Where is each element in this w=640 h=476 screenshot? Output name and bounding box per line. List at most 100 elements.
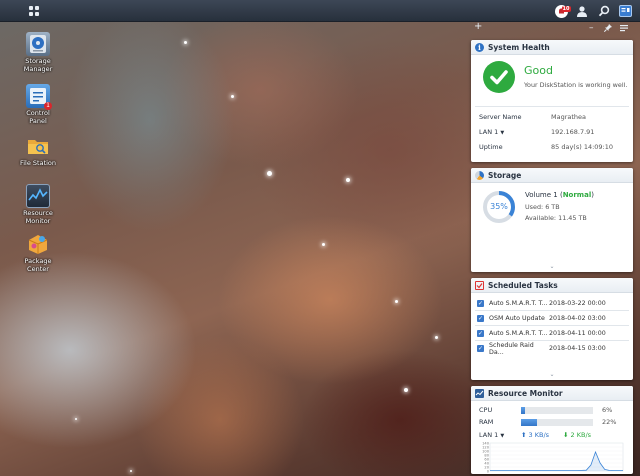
cpu-label: CPU <box>479 406 493 414</box>
task-date: 2018-04-15 03:00 <box>549 345 606 352</box>
task-checkbox[interactable]: ✓ <box>477 330 484 337</box>
download-arrow-icon: ⬇ <box>563 431 569 439</box>
used-value: 6 TB <box>545 203 560 211</box>
storage-widget: Storage 35% Volume 1 (Normal) Used: 6 TB… <box>471 168 633 272</box>
nebula-star <box>75 418 77 420</box>
ram-bar <box>521 419 593 426</box>
nebula-star <box>231 95 234 98</box>
calendar-check-icon <box>475 280 484 290</box>
lan-ip-value: 192.168.7.91 <box>551 128 595 136</box>
main-menu-button[interactable] <box>22 0 46 22</box>
widget-settings-button[interactable] <box>620 24 628 35</box>
uptime-label: Uptime <box>479 143 503 151</box>
task-date: 2018-04-02 03:00 <box>549 315 606 322</box>
task-name: OSM Auto Update <box>489 315 545 322</box>
available-line: Available: 11.45 TB <box>525 214 587 222</box>
server-name-value: Magrathea <box>551 113 587 121</box>
used-label: Used: <box>525 203 544 211</box>
desktop-icon-label: Resource Monitor <box>23 209 53 225</box>
lan-selector[interactable]: LAN 1 ▼ <box>479 128 504 136</box>
storage-header: Storage <box>471 168 633 183</box>
storage-expand-icon[interactable]: ⌄ <box>471 264 633 270</box>
control-panel-badge: 1 <box>44 102 52 110</box>
desktop-icon-label: Control Panel <box>26 109 50 125</box>
user-button[interactable] <box>574 0 590 22</box>
storage-icon <box>475 170 484 180</box>
y-tick-label: 0 <box>487 469 490 473</box>
task-checkbox[interactable]: ✓ <box>477 300 484 307</box>
desktop-icon-label: Storage Manager <box>23 57 53 73</box>
desktop-icon-control-panel[interactable]: 1 Control Panel <box>18 84 58 125</box>
status-good-icon <box>483 61 515 93</box>
download-value: 2 KB/s <box>570 431 592 439</box>
available-value: 11.45 TB <box>558 214 587 222</box>
nebula-star <box>130 470 132 472</box>
nebula-star <box>435 336 438 339</box>
download-rate: ⬇ 2 KB/s <box>563 431 591 439</box>
volume-name: Volume 1 <box>525 191 558 199</box>
tasks-expand-icon[interactable]: ⌄ <box>471 372 633 378</box>
volume-line: Volume 1 (Normal) <box>525 191 594 199</box>
add-widget-button[interactable]: + <box>474 21 482 32</box>
resource-monitor-icon <box>26 184 50 208</box>
nebula-star <box>404 388 408 392</box>
network-selector[interactable]: LAN 1 ▼ <box>479 431 504 439</box>
pin-panel-button[interactable] <box>603 24 612 35</box>
info-icon: i <box>475 42 484 52</box>
task-date: 2018-03-22 00:00 <box>549 300 606 307</box>
upload-value: 3 KB/s <box>528 431 550 439</box>
resource-monitor-widget: Resource Monitor CPU 6% RAM 22% LAN 1 ▼ … <box>471 386 633 474</box>
nebula-star <box>267 171 272 176</box>
health-message: Your DiskStation is working well. <box>524 81 628 89</box>
control-panel-icon: 1 <box>26 84 52 110</box>
task-name: Auto S.M.A.R.T. T... <box>489 300 548 307</box>
user-icon <box>577 6 587 17</box>
cpu-value: 6% <box>602 406 613 414</box>
task-row[interactable]: ✓ Auto S.M.A.R.T. T... 2018-03-22 00:00 <box>477 298 606 309</box>
task-row[interactable]: ✓ OSM Auto Update 2018-04-02 03:00 <box>477 313 606 324</box>
server-name-label: Server Name <box>479 113 522 121</box>
pin-icon <box>603 24 612 33</box>
uptime-value: 85 day(s) 14:09:10 <box>551 143 614 151</box>
network-chart: 140120100806040200 <box>482 441 624 473</box>
desktop-icon-resource-monitor[interactable]: Resource Monitor <box>18 184 58 225</box>
ram-label: RAM <box>479 418 494 426</box>
network-lan-label: LAN 1 <box>479 431 499 439</box>
task-name: Auto S.M.A.R.T. T... <box>489 330 548 337</box>
search-icon <box>598 5 610 17</box>
file-station-icon <box>26 134 50 158</box>
task-checkbox[interactable]: ✓ <box>477 345 484 352</box>
widget-panel-header: + – <box>468 21 636 36</box>
desktop-icon-file-station[interactable]: File Station <box>18 134 58 168</box>
storage-title: Storage <box>488 170 522 180</box>
task-checkbox[interactable]: ✓ <box>477 315 484 322</box>
scheduled-tasks-widget: Scheduled Tasks ✓ Auto S.M.A.R.T. T... 2… <box>471 278 633 380</box>
task-name: Schedule Raid Da... <box>489 341 534 356</box>
system-health-header: i System Health <box>471 40 633 55</box>
lan-label: LAN 1 <box>479 128 499 136</box>
scheduled-tasks-title: Scheduled Tasks <box>488 280 558 290</box>
notification-icon: 10 <box>554 4 571 18</box>
minimize-panel-button[interactable]: – <box>589 23 594 33</box>
desktop-icon-storage-manager[interactable]: Storage Manager <box>18 32 58 73</box>
widgets-button[interactable] <box>616 0 634 22</box>
desktop-icon-package-center[interactable]: Package Center <box>18 232 58 273</box>
volume-status: Normal <box>562 191 592 199</box>
resource-monitor-title: Resource Monitor <box>488 388 563 398</box>
task-row[interactable]: ✓ Schedule Raid Da... 2018-04-15 03:00 <box>477 341 606 356</box>
desktop-icon-label: File Station <box>19 159 57 167</box>
used-line: Used: 6 TB <box>525 203 560 211</box>
task-date: 2018-04-11 00:00 <box>549 330 606 337</box>
desktop-icon-label: Package Center <box>24 257 52 273</box>
notification-badge: 10 <box>561 5 571 12</box>
list-settings-icon <box>620 25 628 32</box>
search-button[interactable] <box>596 0 612 22</box>
chevron-down-icon: ▼ <box>500 130 505 136</box>
notifications-button[interactable]: 10 <box>552 0 571 22</box>
nebula-star <box>395 300 398 303</box>
task-row[interactable]: ✓ Auto S.M.A.R.T. T... 2018-04-11 00:00 <box>477 328 606 339</box>
chevron-down-icon: ▼ <box>500 433 505 439</box>
system-health-widget: i System Health Good Your DiskStation is… <box>471 40 633 162</box>
ram-bar-fill <box>521 419 537 426</box>
cpu-bar-fill <box>521 407 526 414</box>
